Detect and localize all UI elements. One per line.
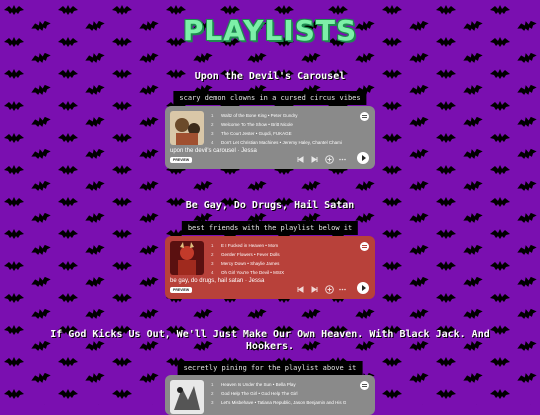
spotify-logo-icon[interactable]	[360, 381, 369, 390]
spotify-logo-icon[interactable]	[360, 242, 369, 251]
track-row[interactable]: 4 Don't Let Christian Machines • Jeremy H…	[211, 138, 351, 147]
preview-badge: PREVIEW	[170, 157, 193, 163]
track-row[interactable]: 2 Gentler Flowers • Fever Dolls	[211, 250, 351, 259]
playlist-cover-image	[170, 380, 204, 414]
track-row[interactable]: 1E I Fucked in Heaven • Mom	[211, 241, 351, 250]
track-list: 1E I Fucked in Heaven • Mom 2 Gentler Flo…	[211, 241, 351, 277]
play-button[interactable]	[357, 282, 369, 294]
playlist-description: scary demon clowns in a cursed circus vi…	[173, 91, 367, 105]
more-options-icon[interactable]	[339, 286, 346, 293]
track-row[interactable]: 2 Welcome To The Show • Britt Nicole	[211, 120, 351, 129]
playlist-cover-image	[170, 111, 204, 145]
track-row[interactable]: 3 The Court Jester • Gupdi, FUKAGE	[211, 129, 351, 138]
next-icon[interactable]	[311, 286, 318, 293]
add-icon[interactable]	[325, 285, 334, 294]
add-icon[interactable]	[325, 155, 334, 164]
embed-caption: be gay, do drugs, hail satan · Jessa	[170, 278, 265, 284]
playlist-title: If God Kicks Us Out, We'll Just Make Our…	[50, 329, 490, 352]
spotify-embed[interactable]: 1 Waltz of the Bone King • Peter Gundry 2…	[165, 106, 375, 169]
embed-caption: upon the devil's carousel · Jessa	[170, 148, 257, 154]
playlist-title: Upon the Devil's Carousel	[194, 71, 346, 82]
track-row[interactable]: 2 God Help The Girl • God Help The Girl	[211, 389, 351, 398]
spotify-embed[interactable]: 1 Heaven Is Under the Sun • Bella Play 2G…	[165, 375, 375, 415]
preview-badge: PREVIEW	[170, 287, 193, 293]
previous-icon[interactable]	[297, 156, 304, 163]
track-list: 1 Heaven Is Under the Sun • Bella Play 2G…	[211, 380, 351, 407]
page-title: PLAYLISTS	[182, 14, 358, 47]
playlist-cover-image	[170, 241, 204, 275]
track-row[interactable]: 3 Mercy Down • Shaylie James	[211, 259, 351, 268]
track-row[interactable]: 4 Oh Girl You're The Devil • MSIX	[211, 268, 351, 277]
spotify-embed[interactable]: 1E I Fucked in Heaven • Mom 2 Gentler Flo…	[165, 236, 375, 299]
more-options-icon[interactable]	[339, 156, 346, 163]
spotify-logo-icon[interactable]	[360, 112, 369, 121]
track-row[interactable]: 3 Let's Misbehave • Tatiana Republic, Jas…	[211, 398, 351, 407]
playlist-title: Be Gay, Do Drugs, Hail Satan	[185, 200, 355, 211]
playlist-description: best friends with the playlist below it	[181, 221, 359, 235]
previous-icon[interactable]	[297, 286, 304, 293]
next-icon[interactable]	[311, 156, 318, 163]
track-list: 1 Waltz of the Bone King • Peter Gundry 2…	[211, 111, 351, 147]
play-button[interactable]	[357, 152, 369, 164]
track-row[interactable]: 1 Waltz of the Bone King • Peter Gundry	[211, 111, 351, 120]
track-row[interactable]: 1 Heaven Is Under the Sun • Bella Play	[211, 380, 351, 389]
playlist-description: secretly pining for the playlist above i…	[177, 361, 363, 375]
